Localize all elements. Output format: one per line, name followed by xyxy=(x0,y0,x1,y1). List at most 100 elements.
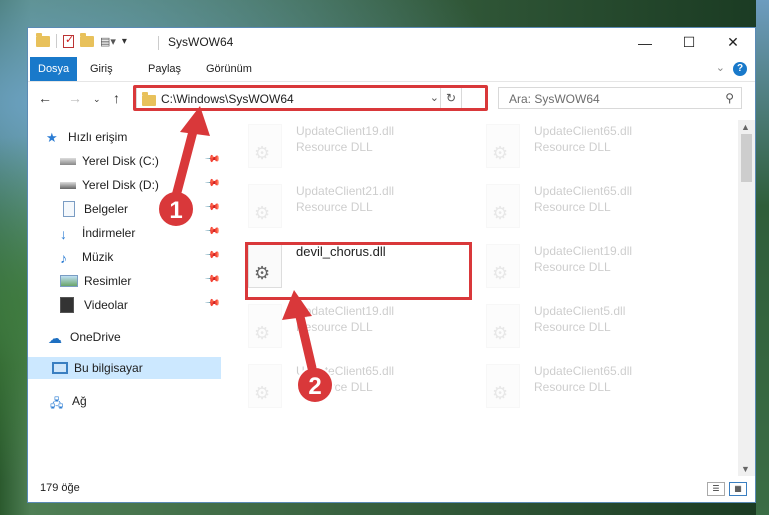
list-item[interactable]: ⚙ UpdateClient65.dll Resource DLL xyxy=(476,180,706,234)
sidebar-item-label: İndirmeler xyxy=(82,226,136,240)
tab-view[interactable]: Görünüm xyxy=(198,57,260,81)
list-item[interactable]: ⚙ UpdateClient65.dll Resource DLL xyxy=(476,120,706,174)
list-item[interactable]: ⚙ UpdateClient19.dll Resource DLL xyxy=(238,120,468,174)
search-placeholder: Ara: SysWOW64 xyxy=(509,92,600,106)
sidebar-item-music[interactable]: ♪ Müzik 📌 xyxy=(60,246,220,268)
file-type: Resource DLL xyxy=(296,320,373,334)
documents-icon xyxy=(63,201,75,217)
dll-file-icon: ⚙ xyxy=(486,364,520,408)
maximize-button[interactable]: ☐ xyxy=(667,28,711,57)
sidebar-item-videos[interactable]: Videolar 📌 xyxy=(60,294,220,316)
sidebar-item-pictures[interactable]: Resimler 📌 xyxy=(60,270,220,292)
new-folder-icon[interactable] xyxy=(80,32,94,47)
videos-icon xyxy=(60,297,74,313)
window-title: SysWOW64 xyxy=(168,35,234,49)
list-item[interactable]: ⚙ UpdateClient21.dll Resource DLL xyxy=(238,180,468,234)
tab-file[interactable]: Dosya xyxy=(30,57,78,81)
star-icon: ★ xyxy=(46,130,58,145)
dll-file-icon: ⚙ xyxy=(248,364,282,408)
list-item[interactable]: ⚙ UpdateClient19.dll Resource DLL xyxy=(476,240,706,294)
sidebar-item-documents[interactable]: Belgeler 📌 xyxy=(60,198,220,220)
search-input[interactable]: Ara: SysWOW64 ⚲ xyxy=(498,87,742,109)
close-button[interactable]: ✕ xyxy=(711,28,755,57)
scroll-up-icon[interactable]: ▲ xyxy=(741,122,750,132)
download-icon: ↓ xyxy=(60,226,67,242)
dll-file-icon: ⚙ xyxy=(486,244,520,288)
list-item[interactable]: ⚙ UpdateClient5.dll Resource DLL xyxy=(476,300,706,354)
customize-toolbar-icon[interactable]: ▾ xyxy=(122,36,127,47)
file-name: UpdateClient21.dll xyxy=(296,184,395,198)
sidebar-item-local-disk-c[interactable]: Yerel Disk (C:) 📌 xyxy=(60,150,220,172)
dll-file-icon: ⚙ xyxy=(486,304,520,348)
drive-icon xyxy=(60,157,76,165)
list-item[interactable]: ⚙ UpdateClient19.dll Resource DLL xyxy=(238,300,468,354)
title-bar: ▤▾ ▾ SysWOW64 — ☐ ✕ xyxy=(28,28,755,57)
dll-file-icon: ⚙ xyxy=(248,124,282,168)
properties-icon[interactable] xyxy=(63,33,74,48)
sidebar-item-this-pc[interactable]: Bu bilgisayar xyxy=(28,357,221,379)
dll-file-icon: ⚙ xyxy=(248,184,282,228)
minimize-button[interactable]: — xyxy=(623,28,667,57)
view-toggle: ☰ ▦ xyxy=(707,482,747,496)
large-icons-view-icon[interactable]: ▦ xyxy=(729,482,747,496)
file-type: Resource DLL xyxy=(534,380,611,394)
list-item[interactable]: ⚙ UpdateClient65.dll Resource DLL xyxy=(476,360,706,414)
tab-home[interactable]: Giriş xyxy=(82,57,121,81)
chevron-down-icon[interactable]: ⌄ xyxy=(716,61,725,74)
pin-icon[interactable]: 📌 xyxy=(203,271,220,288)
sidebar-item-label: Yerel Disk (C:) xyxy=(82,154,159,168)
sidebar-item-local-disk-d[interactable]: Yerel Disk (D:) 📌 xyxy=(60,174,220,196)
step-callout-1: 1 xyxy=(157,190,195,228)
file-name: UpdateClient19.dll xyxy=(534,244,633,258)
status-bar: 179 öğe ☰ ▦ xyxy=(28,476,755,502)
computer-icon xyxy=(52,362,68,374)
pin-icon[interactable]: 📌 xyxy=(203,151,220,168)
sidebar-item-label: Müzik xyxy=(82,250,114,264)
file-type: Resource DLL xyxy=(534,320,611,334)
forward-arrow-icon[interactable]: → xyxy=(68,90,82,106)
file-explorer-window: ▤▾ ▾ SysWOW64 — ☐ ✕ Dosya Giriş Paylaş G… xyxy=(27,27,756,503)
pin-icon[interactable]: 📌 xyxy=(203,223,220,240)
divider xyxy=(56,34,57,48)
pictures-icon xyxy=(60,275,78,287)
sidebar-item-network[interactable]: 🖧 Ağ xyxy=(50,390,243,412)
sidebar-item-downloads[interactable]: ↓ İndirmeler 📌 xyxy=(60,222,220,244)
back-arrow-icon[interactable]: ← xyxy=(38,90,52,106)
scroll-down-icon[interactable]: ▼ xyxy=(741,464,750,474)
recent-locations-icon[interactable]: ⌄ xyxy=(93,94,101,105)
tab-share[interactable]: Paylaş xyxy=(140,57,189,81)
pin-icon[interactable]: 📌 xyxy=(203,175,220,192)
file-highlight-box xyxy=(245,242,472,300)
file-name: UpdateClient65.dll xyxy=(534,184,633,198)
network-icon: 🖧 xyxy=(50,396,64,410)
search-icon: ⚲ xyxy=(725,91,734,105)
pin-icon[interactable]: 📌 xyxy=(203,295,220,312)
desktop-background-right xyxy=(756,0,769,515)
dll-file-icon: ⚙ xyxy=(486,184,520,228)
drive-icon xyxy=(60,181,76,189)
dll-file-icon: ⚙ xyxy=(248,304,282,348)
pin-icon[interactable]: 📌 xyxy=(203,247,220,264)
scrollbar-thumb[interactable] xyxy=(741,134,752,182)
quick-access-toolbar: ▤▾ ▾ xyxy=(36,32,127,48)
file-name: UpdateClient19.dll xyxy=(296,304,395,318)
up-arrow-icon[interactable]: ↑ xyxy=(113,90,120,106)
list-item[interactable]: ⚙ UpdateClient65.dll Resource DLL xyxy=(238,360,468,414)
cloud-icon: ☁ xyxy=(48,330,62,346)
file-type: Resource DLL xyxy=(296,200,373,214)
file-type: Resource DLL xyxy=(534,200,611,214)
pin-icon[interactable]: 📌 xyxy=(203,199,220,216)
file-name: UpdateClient65.dll xyxy=(534,124,633,138)
file-name: UpdateClient5.dll xyxy=(534,304,626,318)
sidebar-item-quick-access[interactable]: ★ Hızlı erişim xyxy=(46,126,239,148)
navigation-pane: ★ Hızlı erişim Yerel Disk (C:) 📌 Yerel D… xyxy=(28,120,223,472)
divider xyxy=(158,36,159,50)
view-options-icon[interactable]: ▤▾ xyxy=(100,35,116,48)
sidebar-item-onedrive[interactable]: ☁ OneDrive xyxy=(48,326,241,348)
sidebar-item-label: Hızlı erişim xyxy=(68,130,128,144)
help-icon[interactable]: ? xyxy=(733,62,747,76)
step-callout-2: 2 xyxy=(296,366,334,404)
vertical-scrollbar[interactable]: ▲ ▼ xyxy=(738,120,755,476)
details-view-icon[interactable]: ☰ xyxy=(707,482,725,496)
folder-icon xyxy=(36,32,50,47)
